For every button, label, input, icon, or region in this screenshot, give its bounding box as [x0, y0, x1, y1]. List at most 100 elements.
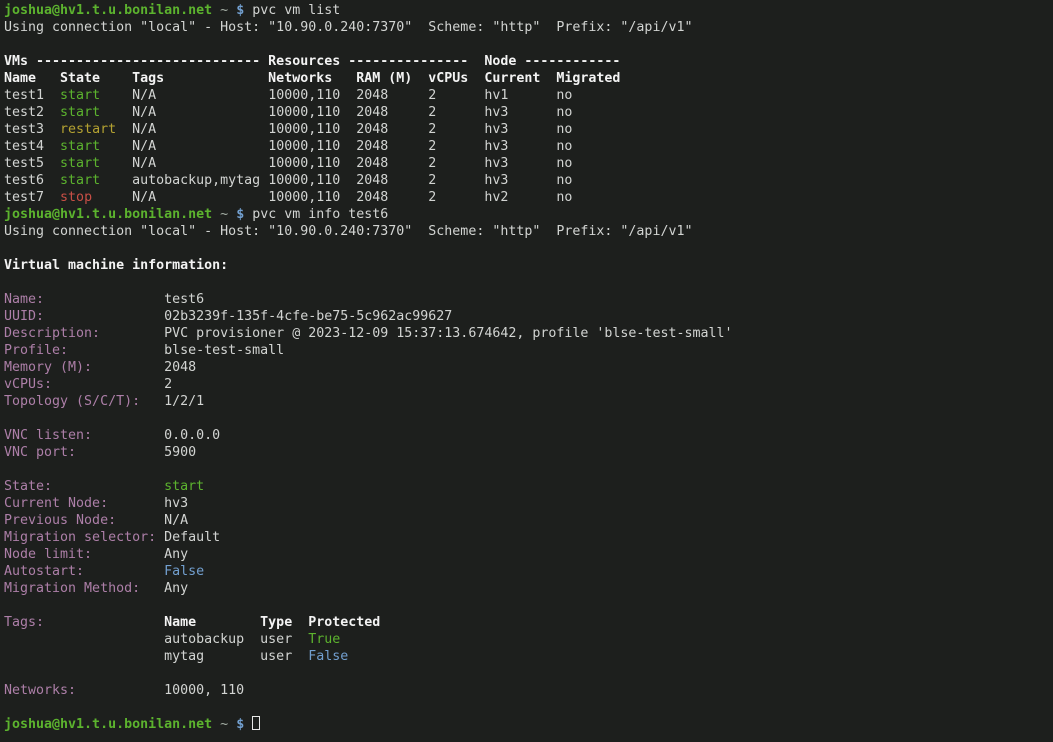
vm-name: test2 — [4, 105, 60, 120]
text-segment — [228, 717, 236, 732]
vm-row-values: N/A 10000,110 2048 2 hv1 no — [100, 88, 572, 103]
tag-row-values: mytag user — [4, 649, 308, 664]
info-label: Node limit: — [4, 547, 164, 562]
info-label: VNC listen: — [4, 428, 164, 443]
prompt-line-2: joshua@hv1.t.u.bonilan.net ~ $ pvc vm in… — [4, 206, 1053, 223]
terminal-cursor — [252, 716, 260, 730]
blank-line — [4, 699, 1053, 716]
connection-line: Using connection "local" - Host: "10.90.… — [4, 223, 1053, 240]
vm-name: test1 — [4, 88, 60, 103]
info-name: Name: test6 — [4, 291, 1053, 308]
info-node-limit: Node limit: Any — [4, 546, 1053, 563]
text-segment — [244, 717, 252, 732]
blank-line — [4, 240, 1053, 257]
info-vnc-listen: VNC listen: 0.0.0.0 — [4, 427, 1053, 444]
connection-info: Using connection "local" - Host: "10.90.… — [4, 224, 692, 239]
vm-row-test3: test3 restart N/A 10000,110 2048 2 hv3 n… — [4, 121, 1053, 138]
info-value: 1/2/1 — [164, 394, 204, 409]
vm-table-group-header: VMs ---------------------------- Resourc… — [4, 53, 1053, 70]
blank-line — [4, 665, 1053, 682]
vm-row-values: autobackup,mytag 10000,110 2048 2 hv3 no — [100, 173, 572, 188]
info-label: Memory (M): — [4, 360, 164, 375]
blank-line — [4, 410, 1053, 427]
info-value: 10000, 110 — [164, 683, 244, 698]
info-label: Current Node: — [4, 496, 164, 511]
vm-row-values: N/A 10000,110 2048 2 hv3 no — [100, 105, 572, 120]
section-title-line: Virtual machine information: — [4, 257, 1053, 274]
prompt-symbol: $ — [236, 207, 244, 222]
blank-line — [4, 597, 1053, 614]
info-label: VNC port: — [4, 445, 164, 460]
info-label: Name: — [4, 292, 164, 307]
vm-state: start — [60, 105, 100, 120]
info-label: Tags: — [4, 615, 164, 630]
info-value: blse-test-small — [164, 343, 284, 358]
info-value: N/A — [164, 513, 188, 528]
vm-state: start — [60, 156, 100, 171]
command-pvc-vm-info: pvc vm info test6 — [252, 207, 388, 222]
info-label: State: — [4, 479, 164, 494]
info-label: Networks: — [4, 683, 164, 698]
prompt-user-host: joshua@hv1.t.u.bonilan.net — [4, 3, 212, 18]
section-title: Virtual machine information: — [4, 258, 228, 273]
info-label: Previous Node: — [4, 513, 164, 528]
tags-header: Tags: Name Type Protected — [4, 614, 1053, 631]
prompt-line-3: joshua@hv1.t.u.bonilan.net ~ $ — [4, 716, 1053, 733]
info-value: PVC provisioner @ 2023-12-09 15:37:13.67… — [164, 326, 732, 341]
vm-row-test2: test2 start N/A 10000,110 2048 2 hv3 no — [4, 104, 1053, 121]
prompt-line-1: joshua@hv1.t.u.bonilan.net ~ $ pvc vm li… — [4, 2, 1053, 19]
text-segment — [212, 717, 220, 732]
info-migration-selector: Migration selector: Default — [4, 529, 1053, 546]
vm-row-test5: test5 start N/A 10000,110 2048 2 hv3 no — [4, 155, 1053, 172]
info-value: test6 — [164, 292, 204, 307]
tag-protected: True — [308, 632, 340, 647]
vm-state: stop — [60, 190, 92, 205]
vm-row-test7: test7 stop N/A 10000,110 2048 2 hv2 no — [4, 189, 1053, 206]
info-label: UUID: — [4, 309, 164, 324]
info-value: hv3 — [164, 496, 188, 511]
info-uuid: UUID: 02b3239f-135f-4cfe-be75-5c962ac996… — [4, 308, 1053, 325]
connection-line: Using connection "local" - Host: "10.90.… — [4, 19, 1053, 36]
prompt-symbol: $ — [236, 3, 244, 18]
info-label: Migration Method: — [4, 581, 164, 596]
blank-line — [4, 461, 1053, 478]
text-segment — [212, 3, 220, 18]
info-vcpus: vCPUs: 2 — [4, 376, 1053, 393]
command-pvc-vm-list: pvc vm list — [252, 3, 340, 18]
info-label: Description: — [4, 326, 164, 341]
vm-row-values: N/A 10000,110 2048 2 hv3 no — [100, 139, 572, 154]
info-value-autostart: False — [164, 564, 204, 579]
info-label: Migration selector: — [4, 530, 164, 545]
info-profile: Profile: blse-test-small — [4, 342, 1053, 359]
prompt-user-host: joshua@hv1.t.u.bonilan.net — [4, 207, 212, 222]
info-label: vCPUs: — [4, 377, 164, 392]
vm-row-test4: test4 start N/A 10000,110 2048 2 hv3 no — [4, 138, 1053, 155]
info-value: 02b3239f-135f-4cfe-be75-5c962ac99627 — [164, 309, 452, 324]
text-segment — [228, 207, 236, 222]
info-autostart: Autostart: False — [4, 563, 1053, 580]
text-segment — [228, 3, 236, 18]
terminal-screen[interactable]: joshua@hv1.t.u.bonilan.net ~ $ pvc vm li… — [0, 0, 1053, 742]
info-migration-method: Migration Method: Any — [4, 580, 1053, 597]
vm-row-test6: test6 start autobackup,mytag 10000,110 2… — [4, 172, 1053, 189]
info-current-node: Current Node: hv3 — [4, 495, 1053, 512]
info-networks: Networks: 10000, 110 — [4, 682, 1053, 699]
info-label: Autostart: — [4, 564, 164, 579]
tags-column-headers: Name Type Protected — [164, 615, 380, 630]
vm-name: test4 — [4, 139, 60, 154]
table-column-headers: Name State Tags Networks RAM (M) vCPUs C… — [4, 71, 620, 86]
connection-info: Using connection "local" - Host: "10.90.… — [4, 20, 692, 35]
prompt-symbol: $ — [236, 717, 244, 732]
info-value: 2048 — [164, 360, 196, 375]
blank-line — [4, 36, 1053, 53]
vm-table-column-header: Name State Tags Networks RAM (M) vCPUs C… — [4, 70, 1053, 87]
info-value: 0.0.0.0 — [164, 428, 220, 443]
text-segment — [212, 207, 220, 222]
prompt-user-host: joshua@hv1.t.u.bonilan.net — [4, 717, 212, 732]
vm-name: test3 — [4, 122, 60, 137]
info-value: Any — [164, 581, 188, 596]
table-group-headers: VMs ---------------------------- Resourc… — [4, 54, 620, 69]
tag-protected: False — [308, 649, 348, 664]
prompt-cwd: ~ — [220, 207, 228, 222]
info-value: 2 — [164, 377, 172, 392]
